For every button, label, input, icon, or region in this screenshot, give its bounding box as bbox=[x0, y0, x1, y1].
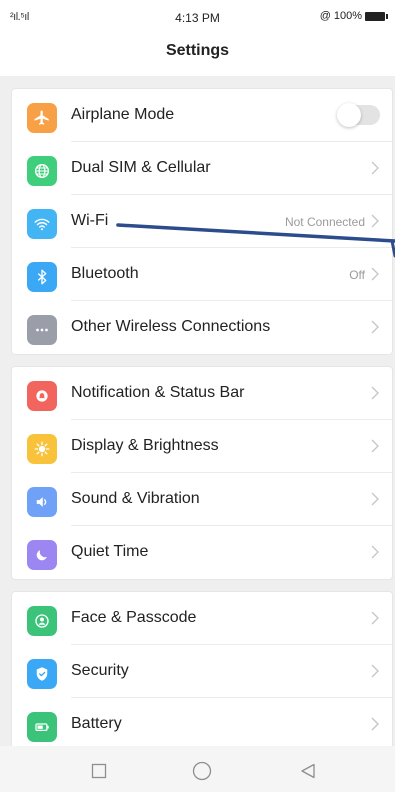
chevron-right-icon bbox=[371, 717, 379, 731]
setting-other-wireless[interactable]: Other Wireless Connections bbox=[12, 301, 392, 354]
speaker-icon bbox=[27, 487, 57, 517]
setting-notification-status-bar[interactable]: Notification & Status Bar bbox=[12, 367, 392, 420]
airplane-icon bbox=[27, 103, 57, 133]
shield-icon bbox=[27, 659, 57, 689]
chevron-right-icon bbox=[371, 267, 379, 281]
settings-group-display: Notification & Status Bar Display & Brig… bbox=[11, 366, 393, 580]
setting-label: Sound & Vibration bbox=[71, 490, 200, 507]
moon-icon bbox=[27, 540, 57, 570]
home-button[interactable] bbox=[192, 761, 212, 781]
chevron-right-icon bbox=[371, 161, 379, 175]
recent-apps-button[interactable] bbox=[90, 762, 108, 780]
setting-dual-sim[interactable]: Dual SIM & Cellular bbox=[12, 142, 392, 195]
battery-status-icon bbox=[365, 11, 388, 21]
chevron-right-icon bbox=[371, 664, 379, 678]
setting-bluetooth[interactable]: Bluetooth Off bbox=[12, 248, 392, 301]
battery-percent: 100% bbox=[333, 10, 362, 22]
navigation-bar bbox=[0, 746, 395, 792]
title-bar: Settings bbox=[0, 36, 395, 76]
setting-airplane-mode[interactable]: Airplane Mode bbox=[12, 89, 392, 142]
chevron-right-icon bbox=[371, 492, 379, 506]
setting-label: Other Wireless Connections bbox=[71, 318, 271, 335]
setting-wifi[interactable]: Wi-Fi Not Connected bbox=[12, 195, 392, 248]
toggle-knob bbox=[337, 103, 361, 127]
setting-display-brightness[interactable]: Display & Brightness bbox=[12, 420, 392, 473]
rotation-lock-icon: @ bbox=[319, 10, 331, 22]
status-right: @ 100% bbox=[319, 10, 388, 22]
back-button[interactable] bbox=[299, 762, 317, 780]
setting-security[interactable]: Security bbox=[12, 645, 392, 698]
setting-quiet-time[interactable]: Quiet Time bbox=[12, 526, 392, 579]
setting-label: Wi-Fi bbox=[71, 212, 109, 229]
bluetooth-status-value: Off bbox=[349, 268, 365, 282]
chevron-right-icon bbox=[371, 320, 379, 334]
setting-label: Notification & Status Bar bbox=[71, 384, 245, 401]
setting-face-passcode[interactable]: Face & Passcode bbox=[12, 592, 392, 645]
setting-label: Dual SIM & Cellular bbox=[71, 159, 211, 176]
airplane-mode-toggle[interactable] bbox=[337, 103, 380, 127]
setting-label: Bluetooth bbox=[71, 265, 139, 282]
chevron-right-icon bbox=[371, 439, 379, 453]
status-bar: ²ıl.⁵ıl 4:13 PM @ 100% bbox=[0, 0, 395, 36]
globe-icon bbox=[27, 156, 57, 186]
bluetooth-icon bbox=[27, 262, 57, 292]
setting-battery[interactable]: Battery bbox=[12, 698, 392, 751]
wifi-icon bbox=[27, 209, 57, 239]
setting-label: Display & Brightness bbox=[71, 437, 219, 454]
setting-label: Quiet Time bbox=[71, 543, 149, 560]
wifi-status-value: Not Connected bbox=[284, 215, 365, 229]
settings-group-connectivity: Airplane Mode Dual SIM & Cellular Wi-Fi … bbox=[11, 88, 393, 355]
notification-icon bbox=[27, 381, 57, 411]
battery-icon bbox=[27, 712, 57, 742]
settings-group-security: Face & Passcode Security Battery bbox=[11, 591, 393, 751]
chevron-right-icon bbox=[371, 386, 379, 400]
setting-label: Face & Passcode bbox=[71, 609, 197, 626]
setting-label: Battery bbox=[71, 715, 122, 732]
setting-label: Airplane Mode bbox=[71, 106, 175, 123]
chevron-right-icon bbox=[371, 214, 379, 228]
brightness-icon bbox=[27, 434, 57, 464]
chevron-right-icon bbox=[371, 545, 379, 559]
face-icon bbox=[27, 606, 57, 636]
page-title: Settings bbox=[165, 42, 230, 59]
chevron-right-icon bbox=[371, 611, 379, 625]
setting-sound-vibration[interactable]: Sound & Vibration bbox=[12, 473, 392, 526]
more-icon bbox=[27, 315, 57, 345]
setting-label: Security bbox=[71, 662, 129, 679]
